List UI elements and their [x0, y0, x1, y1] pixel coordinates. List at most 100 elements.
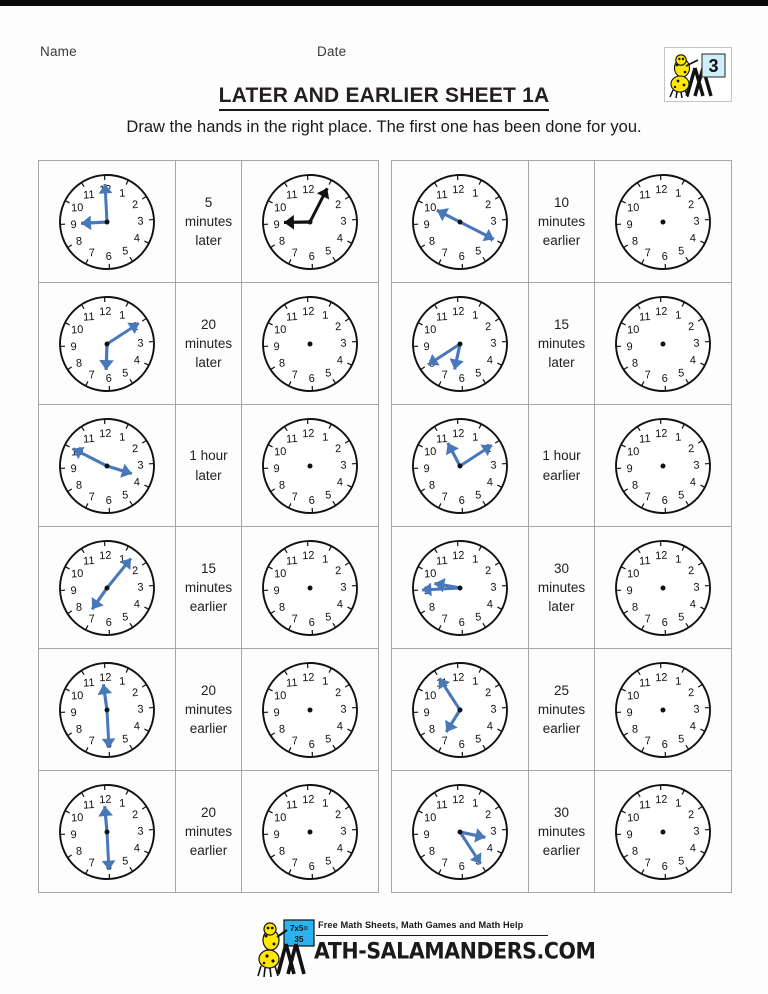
answer-clock-cell[interactable]: 121234567891011	[595, 649, 731, 770]
svg-text:3: 3	[693, 581, 700, 593]
svg-text:6: 6	[308, 494, 315, 506]
svg-text:9: 9	[70, 706, 77, 718]
svg-text:10: 10	[274, 323, 287, 336]
svg-text:3: 3	[490, 581, 497, 593]
svg-text:7: 7	[291, 491, 298, 503]
svg-text:5: 5	[122, 855, 129, 867]
svg-text:1: 1	[675, 309, 682, 321]
svg-text:1: 1	[322, 553, 329, 565]
svg-text:5: 5	[678, 245, 685, 257]
answer-clock-cell[interactable]: 121234567891011	[595, 527, 731, 648]
svg-text:10: 10	[424, 445, 437, 458]
svg-text:1: 1	[675, 797, 682, 809]
svg-text:12: 12	[99, 671, 112, 684]
answer-clock-cell[interactable]: 121234567891011	[242, 283, 378, 404]
svg-text:5: 5	[475, 367, 482, 379]
answer-clock-cell[interactable]: 121234567891011	[242, 649, 378, 770]
svg-text:4: 4	[690, 842, 697, 854]
worksheet-row: 12123456789101110minutesearlier121234567…	[392, 161, 731, 283]
svg-text:3: 3	[693, 215, 700, 227]
worksheet-row: 12123456789101125minutesearlier121234567…	[392, 649, 731, 771]
svg-text:3: 3	[490, 215, 497, 227]
operation-text: 25 minutes earlier	[537, 682, 586, 737]
svg-text:3: 3	[137, 337, 144, 349]
svg-text:2: 2	[132, 565, 139, 577]
worksheet-row: 1212345678910111 hourlater12123456789101…	[39, 405, 378, 527]
svg-text:3: 3	[693, 703, 700, 715]
worksheet-row: 12123456789101115minuteslater12123456789…	[392, 283, 731, 405]
svg-text:1: 1	[322, 675, 329, 687]
operation-label: 30 minutes later	[528, 527, 595, 648]
svg-text:2: 2	[485, 809, 492, 821]
svg-text:1: 1	[472, 309, 479, 321]
svg-text:3: 3	[137, 703, 144, 715]
svg-text:6: 6	[105, 250, 112, 262]
svg-text:4: 4	[337, 720, 344, 732]
answer-clock-cell[interactable]: 121234567891011	[242, 161, 378, 282]
svg-text:7: 7	[441, 613, 448, 625]
answer-clock-cell[interactable]: 121234567891011	[242, 527, 378, 648]
svg-text:1: 1	[675, 431, 682, 443]
svg-text:9: 9	[423, 218, 430, 230]
svg-text:4: 4	[337, 232, 344, 244]
svg-text:6: 6	[105, 616, 112, 628]
svg-text:2: 2	[132, 443, 139, 455]
svg-text:9: 9	[423, 828, 430, 840]
svg-text:8: 8	[76, 357, 83, 369]
svg-text:10: 10	[424, 567, 437, 580]
svg-text:5: 5	[122, 245, 129, 257]
svg-text:12: 12	[302, 549, 315, 562]
operation-text: 1 hour later	[189, 448, 228, 483]
svg-text:7: 7	[644, 369, 651, 381]
instructions-text: Draw the hands in the right place. The f…	[126, 118, 642, 136]
svg-text:11: 11	[83, 799, 95, 812]
svg-text:10: 10	[627, 201, 640, 214]
svg-text:12: 12	[452, 427, 465, 440]
svg-text:12: 12	[655, 305, 668, 318]
svg-text:5: 5	[678, 855, 685, 867]
svg-text:8: 8	[632, 723, 639, 735]
svg-text:6: 6	[308, 860, 315, 872]
svg-text:12: 12	[655, 427, 668, 440]
answer-clock-cell[interactable]: 121234567891011	[242, 405, 378, 526]
svg-text:4: 4	[134, 720, 141, 732]
svg-text:11: 11	[83, 189, 95, 202]
svg-text:8: 8	[76, 235, 83, 247]
svg-text:12: 12	[452, 671, 465, 684]
svg-text:7: 7	[644, 735, 651, 747]
worksheet-row: 1212345678910111 hourearlier121234567891…	[392, 405, 731, 527]
operation-text: 15 minutes earlier	[184, 560, 233, 615]
svg-text:1: 1	[675, 553, 682, 565]
svg-text:10: 10	[274, 689, 287, 702]
svg-text:8: 8	[429, 845, 436, 857]
svg-text:9: 9	[273, 340, 280, 352]
svg-text:6: 6	[458, 616, 465, 628]
svg-text:4: 4	[690, 354, 697, 366]
operation-label: 15 minutes earlier	[175, 527, 242, 648]
answer-clock-cell[interactable]: 121234567891011	[242, 771, 378, 892]
svg-text:2: 2	[688, 565, 695, 577]
svg-text:5: 5	[475, 611, 482, 623]
svg-text:6: 6	[458, 494, 465, 506]
clock-face-start: 121234567891011	[59, 783, 155, 880]
svg-text:1: 1	[322, 309, 329, 321]
svg-text:10: 10	[71, 567, 84, 580]
grid-column-right: 12123456789101110minutesearlier121234567…	[391, 160, 732, 893]
worksheet-row: 12123456789101130minutesearlier121234567…	[392, 771, 731, 893]
svg-text:9: 9	[626, 584, 633, 596]
answer-clock-cell[interactable]: 121234567891011	[595, 771, 731, 892]
answer-clock-cell[interactable]: 121234567891011	[595, 283, 731, 404]
svg-text:8: 8	[632, 235, 639, 247]
svg-text:2: 2	[688, 443, 695, 455]
svg-text:10: 10	[627, 567, 640, 580]
svg-text:9: 9	[626, 706, 633, 718]
svg-text:5: 5	[678, 367, 685, 379]
svg-text:1: 1	[119, 431, 126, 443]
answer-clock-cell[interactable]: 121234567891011	[595, 161, 731, 282]
svg-text:9: 9	[273, 706, 280, 718]
operation-label: 25 minutes earlier	[528, 649, 595, 770]
svg-text:7: 7	[441, 735, 448, 747]
svg-text:10: 10	[424, 323, 437, 336]
answer-clock-cell[interactable]: 121234567891011	[595, 405, 731, 526]
svg-text:7: 7	[291, 735, 298, 747]
